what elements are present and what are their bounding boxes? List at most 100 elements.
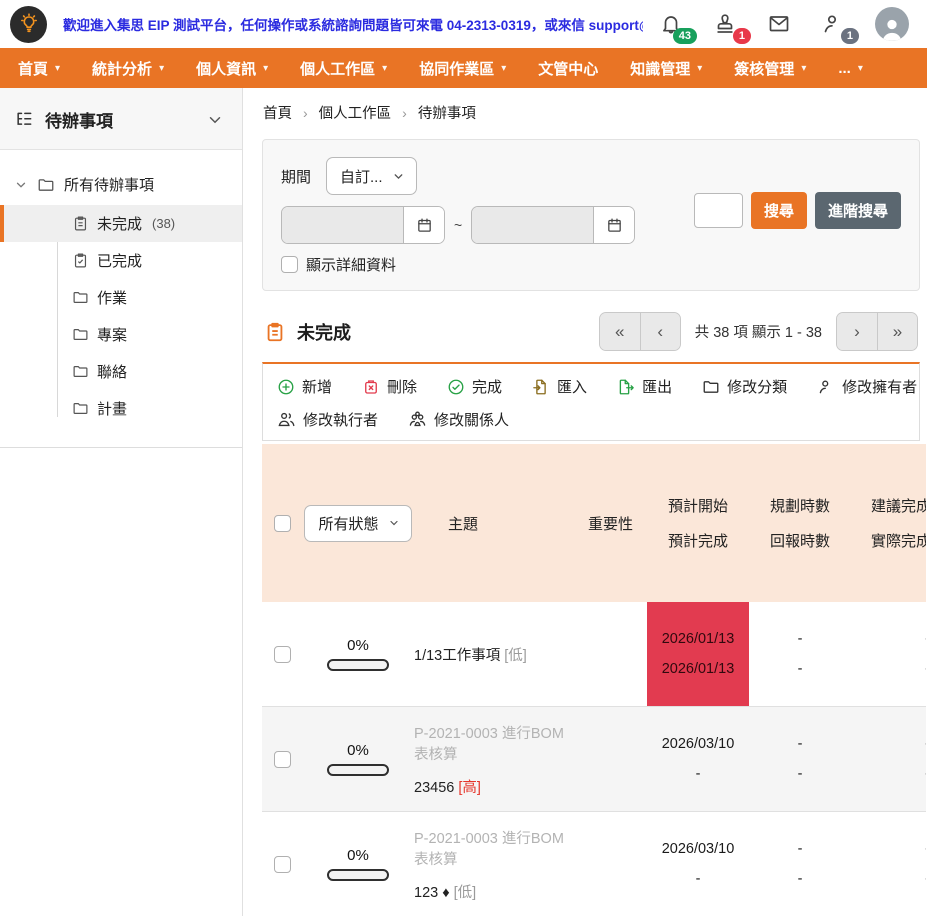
tree-item-contacts[interactable]: 聯絡 bbox=[0, 353, 242, 390]
main-navbar: 首頁▾ 統計分析▾ 個人資訊▾ 個人工作區▾ 協同作業區▾ 文管中心 知識管理▾… bbox=[0, 48, 927, 88]
row-checkbox[interactable] bbox=[274, 856, 291, 873]
change-executor-button[interactable]: 修改執行者 bbox=[277, 409, 378, 430]
progress-percent: 0% bbox=[347, 637, 369, 654]
search-button[interactable]: 搜尋 bbox=[751, 192, 807, 229]
change-owner-label: 修改擁有者 bbox=[842, 376, 917, 397]
delete-button[interactable]: 刪除 bbox=[362, 376, 417, 397]
date-from-calendar-button[interactable] bbox=[403, 207, 444, 243]
pagination-next-button[interactable]: › bbox=[837, 313, 877, 350]
breadcrumb-home[interactable]: 首頁 bbox=[263, 102, 292, 123]
date-to-group bbox=[471, 206, 635, 244]
status-filter-select[interactable]: 所有狀態 bbox=[304, 505, 411, 542]
pagination-last-button[interactable]: » bbox=[877, 313, 917, 350]
row-checkbox[interactable] bbox=[274, 751, 291, 768]
col-suggested-finish[interactable]: 建議完成 bbox=[871, 495, 926, 516]
col-planned-finish[interactable]: 預計完成 bbox=[647, 530, 749, 551]
table-row[interactable]: 0% P-2021-0003 進行BOM表核算 123 ♦[低] 2026/03… bbox=[262, 812, 926, 916]
progress-bar bbox=[327, 869, 389, 881]
col-topic[interactable]: 主題 bbox=[448, 513, 570, 534]
pagination-prev-button[interactable]: ‹ bbox=[640, 313, 680, 350]
caret-down-icon: ▾ bbox=[263, 63, 268, 74]
date-to-calendar-button[interactable] bbox=[593, 207, 634, 243]
add-label: 新增 bbox=[302, 376, 332, 397]
col-planned-hours[interactable]: 規劃時數 bbox=[749, 495, 851, 516]
date-to-input[interactable] bbox=[472, 207, 593, 243]
bell-badge: 43 bbox=[673, 28, 697, 44]
nav-more[interactable]: ...▾ bbox=[822, 48, 879, 88]
export-button[interactable]: 匯出 bbox=[617, 376, 672, 397]
planned-start-date: 2026/03/10 bbox=[647, 736, 749, 752]
col-actual-finish[interactable]: 實際完成 bbox=[871, 530, 926, 551]
app-logo[interactable] bbox=[10, 6, 47, 43]
top-header: 歡迎進入集思 EIP 測試平台，任何操作或系統諮詢問題皆可來電 04-2313-… bbox=[0, 0, 927, 48]
import-button[interactable]: 匯入 bbox=[532, 376, 587, 397]
approval-stamp-button[interactable]: 1 bbox=[713, 12, 737, 36]
date-from-input[interactable] bbox=[282, 207, 403, 243]
col-planned-start[interactable]: 預計開始 bbox=[647, 495, 749, 516]
clipboard-list-icon bbox=[264, 321, 286, 343]
chevron-down-icon[interactable] bbox=[14, 178, 28, 192]
date-from-group bbox=[281, 206, 445, 244]
change-stakeholder-button[interactable]: 修改關係人 bbox=[408, 409, 509, 430]
todo-project-ref: P-2021-0003 進行BOM表核算 bbox=[414, 722, 570, 764]
table-row[interactable]: 0% 1/13工作事項[低] 2026/01/13 2026/01/13 - - bbox=[262, 602, 926, 707]
row-checkbox[interactable] bbox=[274, 646, 291, 663]
todo-title[interactable]: 1/13工作事項[低] bbox=[414, 644, 570, 665]
nav-personal-info[interactable]: 個人資訊▾ bbox=[180, 48, 284, 88]
calendar-icon bbox=[416, 217, 433, 234]
progress-bar bbox=[327, 764, 389, 776]
folder-icon bbox=[72, 363, 89, 380]
nav-document-center[interactable]: 文管中心 bbox=[522, 48, 614, 88]
folder-icon bbox=[72, 400, 89, 417]
show-detail-checkbox[interactable] bbox=[281, 256, 298, 273]
advanced-search-button[interactable]: 進階搜尋 bbox=[815, 192, 901, 229]
online-users-button[interactable]: 1 bbox=[821, 12, 845, 36]
caret-down-icon: ▾ bbox=[501, 63, 506, 74]
period-label: 期間 bbox=[281, 166, 311, 187]
nav-personal-workspace[interactable]: 個人工作區▾ bbox=[284, 48, 403, 88]
tree-item-plans[interactable]: 計畫 bbox=[0, 390, 242, 427]
notifications-bell-button[interactable]: 43 bbox=[659, 12, 683, 36]
user-avatar[interactable] bbox=[875, 7, 909, 41]
nav-collaboration[interactable]: 協同作業區▾ bbox=[403, 48, 522, 88]
change-owner-button[interactable]: 修改擁有者 bbox=[817, 376, 917, 397]
todo-title[interactable]: 123 ♦[低] bbox=[414, 881, 570, 902]
breadcrumb-workspace[interactable]: 個人工作區 bbox=[319, 102, 392, 123]
col-importance[interactable]: 重要性 bbox=[588, 513, 633, 534]
select-all-checkbox[interactable] bbox=[274, 515, 291, 532]
table-row[interactable]: 0% P-2021-0003 進行BOM表核算 23456[高] 2026/03… bbox=[262, 707, 926, 812]
period-select[interactable]: 自訂... bbox=[326, 157, 417, 195]
todo-table: 所有狀態 主題 重要性 預計開始 預計完成 規劃時數 回 bbox=[262, 441, 926, 916]
nav-statistics[interactable]: 統計分析▾ bbox=[76, 48, 180, 88]
tree-item-incomplete[interactable]: 未完成 (38) bbox=[0, 205, 242, 242]
search-input[interactable] bbox=[694, 193, 743, 228]
suggested-finish: - bbox=[851, 631, 926, 647]
complete-button[interactable]: 完成 bbox=[447, 376, 502, 397]
nav-approval[interactable]: 簽核管理▾ bbox=[718, 48, 822, 88]
tree-item-count: (38) bbox=[152, 216, 175, 231]
todo-title-text: 1/13工作事項 bbox=[414, 648, 500, 664]
actual-finish: - bbox=[851, 871, 926, 887]
todo-title-text: 123 ♦ bbox=[414, 885, 450, 901]
sidebar-header[interactable]: 待辦事項 bbox=[0, 88, 242, 150]
chevron-down-icon bbox=[388, 517, 400, 529]
nav-home[interactable]: 首頁▾ bbox=[2, 48, 76, 88]
status-filter-value: 所有狀態 bbox=[318, 513, 378, 534]
tree-item-label: 未完成 bbox=[97, 213, 142, 234]
chevron-down-icon[interactable] bbox=[206, 111, 224, 129]
clipboard-check-icon bbox=[72, 252, 89, 269]
pagination-first-button[interactable]: « bbox=[600, 313, 640, 350]
tree-item-projects[interactable]: 專案 bbox=[0, 316, 242, 353]
todo-title[interactable]: 23456[高] bbox=[414, 776, 570, 797]
tree-root-all-todos[interactable]: 所有待辦事項 bbox=[0, 166, 242, 205]
progress-percent: 0% bbox=[347, 742, 369, 759]
nav-knowledge[interactable]: 知識管理▾ bbox=[614, 48, 718, 88]
tree-item-tasks[interactable]: 作業 bbox=[0, 279, 242, 316]
add-button[interactable]: 新增 bbox=[277, 376, 332, 397]
group-icon bbox=[408, 410, 427, 429]
list-toolbar: 新增 刪除 完成 bbox=[262, 362, 920, 441]
col-reported-hours[interactable]: 回報時數 bbox=[749, 530, 851, 551]
change-category-button[interactable]: 修改分類 bbox=[702, 376, 787, 397]
mail-button[interactable] bbox=[767, 12, 791, 36]
tree-item-completed[interactable]: 已完成 bbox=[0, 242, 242, 279]
